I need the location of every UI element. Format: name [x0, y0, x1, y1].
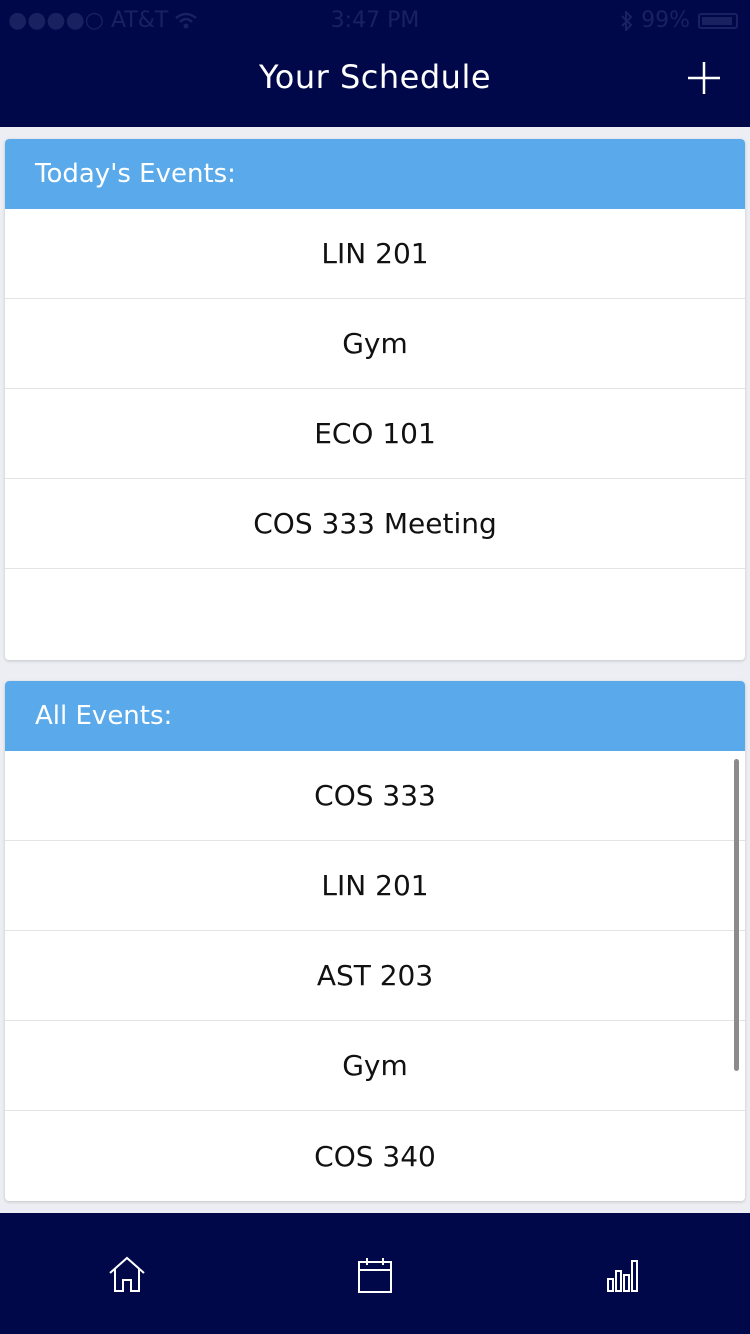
plus-icon — [688, 62, 720, 94]
battery-percent: 99% — [641, 8, 690, 33]
calendar-icon — [358, 1258, 392, 1293]
event-row[interactable]: Gym — [5, 299, 745, 389]
status-bar: ●●●●○ AT&T 3:47 PM 99% — [0, 0, 750, 40]
event-row[interactable]: COS 333 Meeting — [5, 479, 745, 569]
tab-bar — [0, 1213, 750, 1334]
scrollbar[interactable] — [734, 759, 739, 1071]
todays-events-header: Today's Events: — [5, 139, 745, 209]
bluetooth-icon — [621, 10, 633, 31]
page-title: Your Schedule — [258, 58, 492, 96]
add-event-button[interactable] — [686, 60, 722, 96]
event-row[interactable]: COS 333 — [5, 751, 745, 841]
empty-row — [5, 569, 745, 659]
all-events-card: All Events: COS 333 LIN 201 AST 203 Gym … — [5, 681, 745, 1201]
event-row[interactable]: LIN 201 — [5, 841, 745, 931]
tab-home[interactable] — [105, 1253, 149, 1297]
status-right: 99% — [621, 8, 738, 33]
event-row[interactable]: COS 340 — [5, 1111, 745, 1201]
event-row[interactable]: Gym — [5, 1021, 745, 1111]
home-icon — [109, 1256, 145, 1292]
top-bar: ●●●●○ AT&T 3:47 PM 99% Your Schedule — [0, 0, 750, 127]
all-events-header: All Events: — [5, 681, 745, 751]
all-events-list[interactable]: COS 333 LIN 201 AST 203 Gym COS 340 — [5, 751, 745, 1201]
tab-calendar[interactable] — [353, 1253, 397, 1297]
todays-events-list: LIN 201 Gym ECO 101 COS 333 Meeting — [5, 209, 745, 659]
event-row[interactable]: ECO 101 — [5, 389, 745, 479]
tab-stats[interactable] — [601, 1253, 645, 1297]
todays-events-card: Today's Events: LIN 201 Gym ECO 101 COS … — [5, 139, 745, 660]
event-row[interactable]: LIN 201 — [5, 209, 745, 299]
battery-icon — [698, 12, 738, 29]
bar-chart-icon — [607, 1260, 638, 1292]
event-row[interactable]: AST 203 — [5, 931, 745, 1021]
